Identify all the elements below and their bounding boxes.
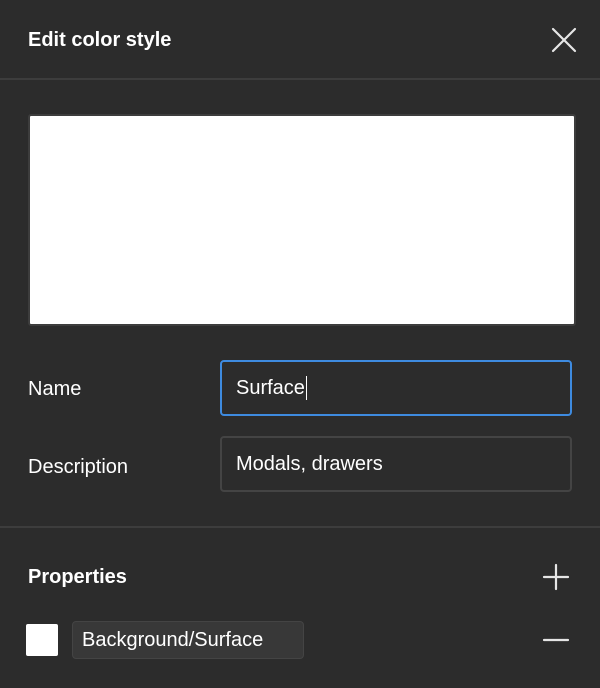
name-label: Name [28,378,82,400]
plus-icon [542,563,570,591]
text-caret [305,376,308,400]
description-input[interactable]: Modals, drawers [220,436,572,492]
dialog-title: Edit color style [28,29,172,51]
dialog-header: Edit color style [0,0,600,80]
close-button[interactable] [548,24,580,56]
section-divider [0,526,600,528]
description-label: Description [28,456,129,478]
close-icon [551,27,577,53]
property-color-swatch[interactable] [26,624,58,656]
edit-color-style-dialog: Edit color style Name Surface Descriptio… [0,0,600,688]
minus-icon [542,638,570,642]
description-input-value: Modals, drawers [236,452,383,475]
properties-title: Properties [28,566,127,588]
name-input-value: Surface [236,376,305,399]
name-input[interactable]: Surface [220,360,572,416]
color-preview [28,114,576,326]
add-property-button[interactable] [540,561,572,593]
remove-property-button[interactable] [540,624,572,656]
property-style-chip[interactable]: Background/Surface [72,621,304,659]
